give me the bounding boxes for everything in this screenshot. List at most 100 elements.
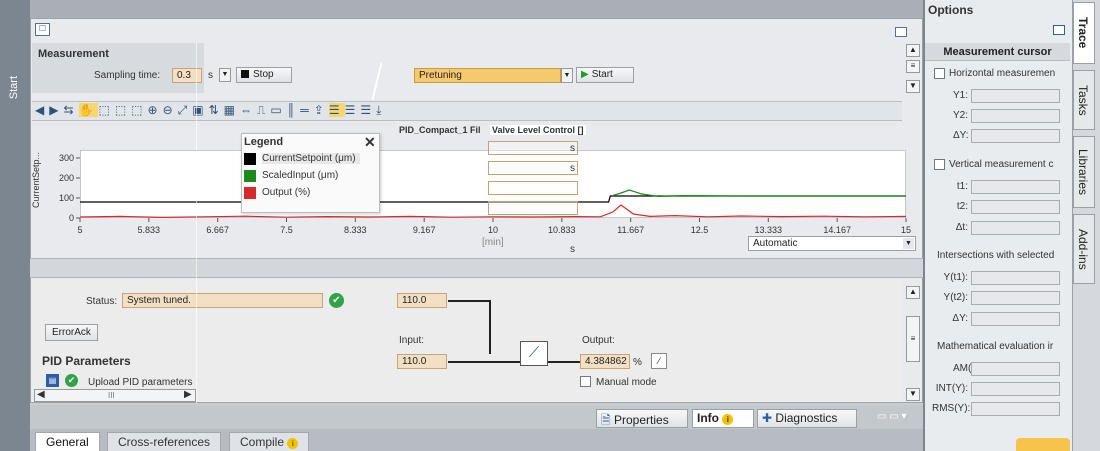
chevron-down-icon: ▼ xyxy=(903,238,914,249)
legend-close-button[interactable]: ✕ xyxy=(364,134,376,151)
option-dy2-field[interactable] xyxy=(971,312,1060,326)
option-rms-label: RMS(Y): xyxy=(932,403,971,414)
info-tab[interactable]: Info i xyxy=(692,409,754,428)
start-button[interactable]: ▶ Start xyxy=(576,67,634,83)
option-rms-field[interactable] xyxy=(971,402,1060,416)
top-toolbar-area xyxy=(30,0,923,18)
option-t1-field[interactable] xyxy=(971,180,1060,194)
status-label: Status: xyxy=(86,296,118,307)
scroll-left-icon[interactable]: ◀ xyxy=(37,389,45,400)
scroll-down-button[interactable]: ▼ xyxy=(906,80,920,93)
sync-icon[interactable]: ⇆ xyxy=(63,103,78,117)
export-icon[interactable]: ⇪ xyxy=(314,103,329,117)
back-icon[interactable]: ◀ xyxy=(35,103,49,117)
measure-icon[interactable]: ⇔ xyxy=(240,103,257,117)
option-yt1-field[interactable] xyxy=(971,271,1060,285)
option-int-field[interactable] xyxy=(971,382,1060,396)
horizontal-scrollbar[interactable] xyxy=(34,389,196,402)
option-y2-field[interactable] xyxy=(971,109,1060,123)
splitter-bar[interactable] xyxy=(30,258,923,278)
properties-tab[interactable]: 🗎 Properties xyxy=(596,409,688,428)
scroll-grip[interactable]: ≡ xyxy=(906,60,920,73)
horizontal-measurement-checkbox[interactable] xyxy=(934,68,945,79)
editor-icon[interactable]: ☐ xyxy=(35,23,50,36)
cursor-h-icon[interactable]: ═ xyxy=(300,103,314,117)
zoom-fit-icon[interactable]: ⤢ xyxy=(178,103,193,117)
options-restore-icon[interactable] xyxy=(1053,25,1065,35)
scale-icon[interactable]: ⇅ xyxy=(209,103,224,117)
zoom-in-icon[interactable]: ⊕ xyxy=(148,103,163,117)
stop-button[interactable]: Stop xyxy=(236,67,292,83)
option-am-field[interactable] xyxy=(971,362,1060,376)
overlay-unit-3: s xyxy=(570,244,575,255)
status-ok-icon: ✔ xyxy=(329,293,344,308)
option-y1-field[interactable] xyxy=(971,89,1060,103)
intersections-label: Intersections with selected xyxy=(937,250,1055,261)
tuning-mode-select[interactable]: Pretuning xyxy=(414,68,561,83)
math-eval-label: Mathematical evaluation ir xyxy=(937,341,1054,352)
tab-trace[interactable]: Trace xyxy=(1073,2,1095,64)
cursor-v-icon[interactable]: ║ xyxy=(287,103,301,117)
automatic-select[interactable]: Automatic ▼ xyxy=(748,236,916,251)
zoom-100-icon[interactable]: ▣ xyxy=(192,103,208,117)
stop-icon xyxy=(241,70,249,78)
legend-icon[interactable]: ☰ xyxy=(328,103,345,117)
y-tick-label: 200 xyxy=(59,173,74,183)
option-t2-field[interactable] xyxy=(971,200,1060,214)
save-icon[interactable]: ⤓ xyxy=(376,103,386,117)
output-value[interactable]: 4.384862 xyxy=(580,354,630,369)
manual-mode-checkbox[interactable] xyxy=(580,376,591,387)
tab-libraries[interactable]: Libraries xyxy=(1073,136,1095,208)
tuning-mode-dropdown[interactable]: ▼ xyxy=(561,68,573,83)
zoom-out-icon[interactable]: ⊖ xyxy=(163,103,178,117)
align-right-icon[interactable]: ☰ xyxy=(360,103,376,117)
output-mode-icon[interactable]: ⁄ xyxy=(651,353,667,369)
pid-scroll-grip[interactable]: ≡ xyxy=(906,316,920,362)
setpoint-value[interactable]: 110.0 xyxy=(397,293,447,308)
x-tick-label: 9.167 xyxy=(413,225,436,235)
scroll-thumb[interactable]: III xyxy=(108,391,115,400)
start-tab[interactable]: Start xyxy=(8,76,20,99)
chart-toolbar-icons: ◀▶⇆✋⬚⬚⬚⊕⊖⤢▣⇅▦⇔⎍▭║═⇪☰☰☰⤓ xyxy=(35,103,555,119)
zoom-y-icon[interactable]: ⬚ xyxy=(131,103,147,117)
zoom-x-icon[interactable]: ⬚ xyxy=(115,103,131,117)
editor-corner-icon[interactable] xyxy=(895,27,907,37)
sampling-time-unit: s xyxy=(208,70,213,81)
tab-tasks[interactable]: Tasks xyxy=(1073,70,1095,130)
hand-pan-icon[interactable]: ✋ xyxy=(78,103,99,117)
upload-icon[interactable]: ▤ xyxy=(46,374,59,387)
window-icon[interactable]: ▭ xyxy=(270,103,286,117)
option-dt-field[interactable] xyxy=(971,221,1060,235)
diagnostics-label: Diagnostics xyxy=(775,411,838,425)
tab-add-ins[interactable]: Add-ins xyxy=(1073,214,1095,284)
option-dy2-label: ΔY: xyxy=(952,313,968,324)
sampling-time-input[interactable]: 0.3 xyxy=(172,68,202,83)
pid-scroll-down[interactable]: ▼ xyxy=(906,388,920,401)
measurement-title: Measurement xyxy=(38,48,109,60)
overlay-field-1 xyxy=(488,141,578,155)
scroll-right-icon[interactable]: ▶ xyxy=(184,389,192,400)
input-label: Input: xyxy=(399,335,425,346)
zoom-region-icon[interactable]: ⬚ xyxy=(98,103,114,117)
align-left-icon[interactable]: ☰ xyxy=(345,103,361,117)
option-dy-field[interactable] xyxy=(971,129,1060,143)
overlay-unit-1: s xyxy=(570,143,575,154)
tab-compile[interactable]: Compile i xyxy=(229,432,310,451)
pid-scroll-up[interactable]: ▲ xyxy=(906,286,920,299)
grid-icon[interactable]: ▦ xyxy=(224,103,240,117)
scroll-up-button[interactable]: ▲ xyxy=(906,44,920,57)
option-yt2-field[interactable] xyxy=(971,291,1060,305)
inspector-window-controls[interactable]: ▭ ▭ ▾ xyxy=(877,411,906,422)
tab-cross-references[interactable]: Cross-references xyxy=(107,432,222,451)
diagnostics-tab[interactable]: ✚ Diagnostics xyxy=(757,409,857,428)
vertical-measurement-checkbox[interactable] xyxy=(934,159,945,170)
option-int-label: INT(Y): xyxy=(935,383,968,394)
signal-icon[interactable]: ⎍ xyxy=(257,103,270,117)
errorack-button[interactable]: ErrorAck xyxy=(45,324,98,341)
diagnostics-icon: ✚ xyxy=(762,411,773,425)
x-axis-unit: [min] xyxy=(482,237,504,248)
sampling-unit-dropdown[interactable]: ▼ xyxy=(219,68,231,82)
automatic-select-value: Automatic xyxy=(753,238,798,249)
forward-icon[interactable]: ▶ xyxy=(49,103,63,117)
tab-general[interactable]: General xyxy=(35,432,100,451)
